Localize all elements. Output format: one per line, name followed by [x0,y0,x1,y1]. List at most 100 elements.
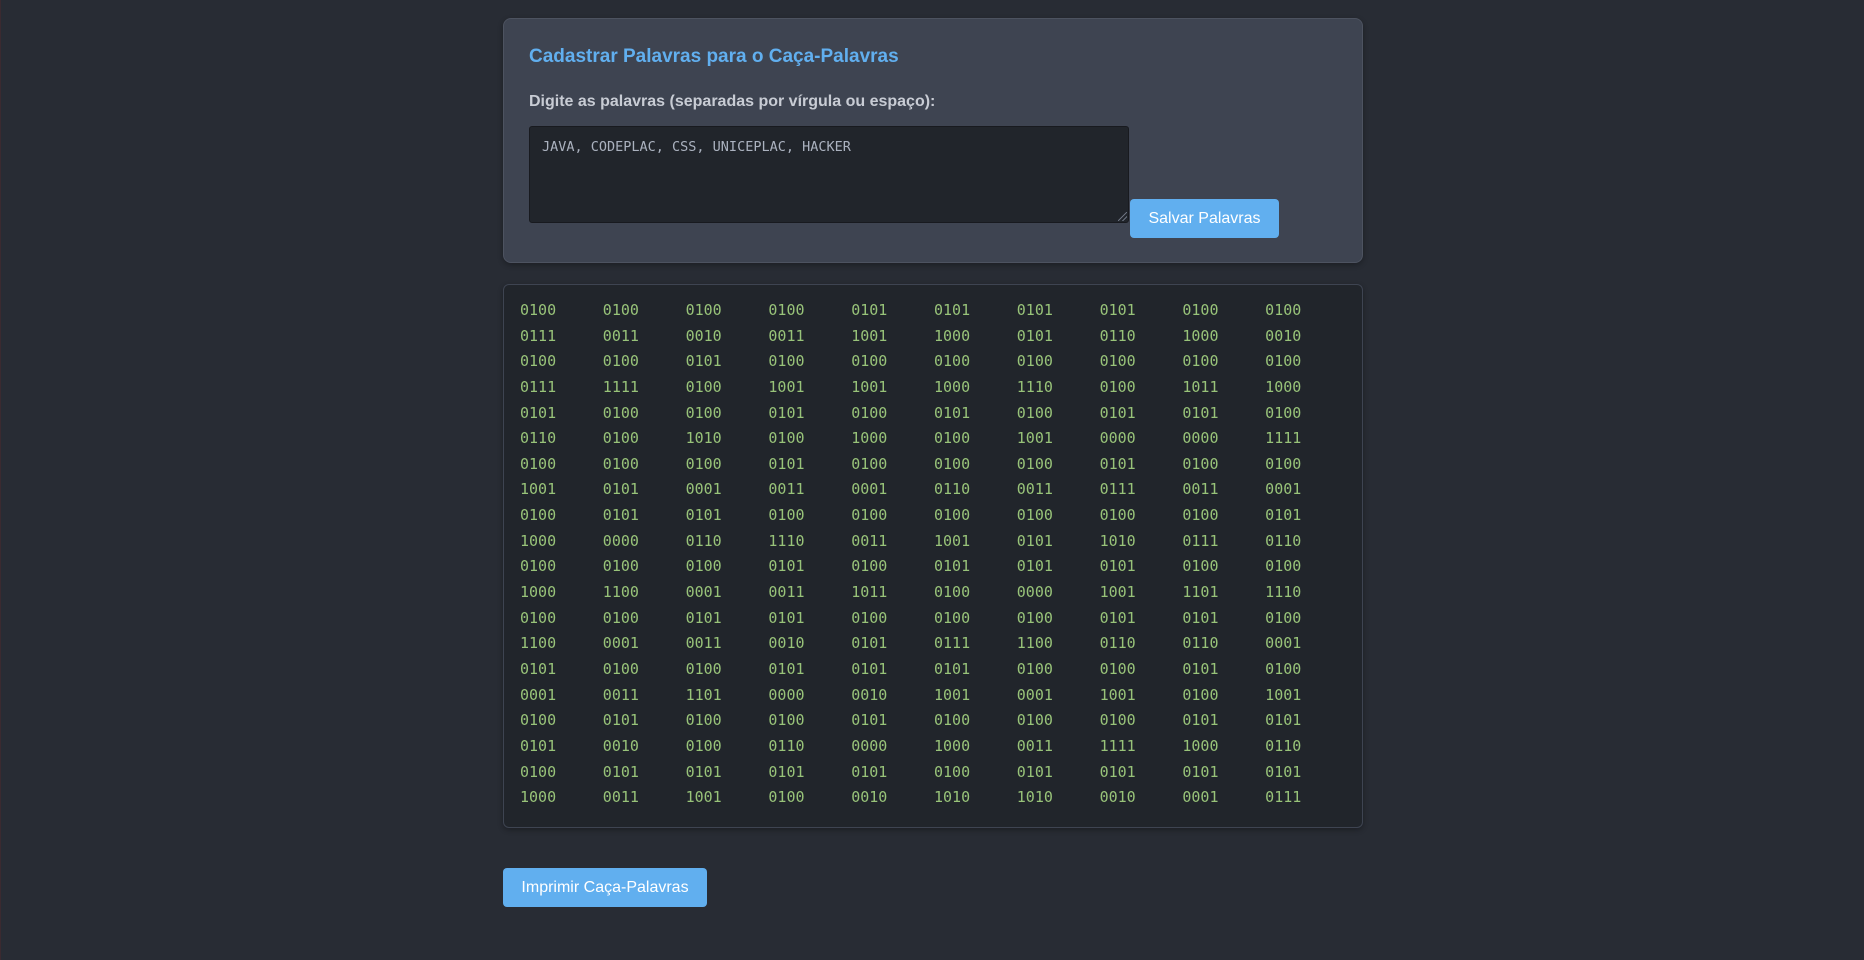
grid-cell: 1000 [933,326,971,345]
grid-cell: 0001 [1265,480,1302,499]
grid-row: 0101 0100 0100 0101 0101 0101 0100 0100 0101 0100 [520,659,1348,685]
grid-cell: 1000 [520,583,557,602]
grid-row: 0111 1111 0100 1001 1001 1000 1110 0100 1011 1000 [520,377,1348,403]
grid-cell: 0100 [602,454,639,473]
grid-cell: 0101 [1182,403,1219,422]
grid-cell: 0100 [685,736,722,755]
grid-cell: 0100 [1099,711,1136,730]
grid-cell: 0101 [851,301,888,319]
grid-cell: 0100 [1182,301,1219,319]
grid-cell: 0101 [933,301,971,319]
grid-cell: 0100 [520,557,557,576]
grid-cell: 0100 [851,454,888,473]
grid-cell: 0101 [520,659,557,678]
grid-cell: 0100 [1182,506,1219,525]
grid-cell: 0100 [1182,454,1219,473]
grid-cell: 0101 [933,557,971,576]
grid-row: 0101 0100 0100 0101 0100 0101 0100 0101 0101 0100 [520,403,1348,429]
grid-cell: 0100 [602,429,639,448]
grid-cell: 1100 [602,583,639,602]
grid-row: 0100 0101 0101 0100 0100 0100 0100 0100 0100 0101 [520,505,1348,531]
grid-cell: 1001 [1099,583,1136,602]
grid-cell: 0100 [851,506,888,525]
grid-cell: 1110 [768,531,805,550]
grid-cell: 0100 [851,403,888,422]
grid-cell: 0100 [520,608,557,627]
grid-cell: 0100 [1182,685,1219,704]
grid-cell: 0100 [933,506,971,525]
grid-cell: 0110 [1265,736,1302,755]
grid-cell: 0100 [685,711,722,730]
grid-cell: 0100 [1016,352,1053,371]
window-edge [0,0,1,960]
grid-cell: 0010 [768,634,805,653]
grid-cell: 0011 [768,326,805,345]
grid-cell: 0011 [685,634,722,653]
grid-cell: 0011 [602,326,639,345]
grid-cell: 0101 [602,711,639,730]
grid-row: 0100 0101 0100 0100 0101 0100 0100 0100 0101 0101 [520,710,1348,736]
grid-cell: 0001 [1182,788,1219,807]
grid-cell: 0101 [1182,608,1219,627]
grid-cell: 1001 [520,480,557,499]
grid-cell: 0100 [685,403,722,422]
grid-cell: 1010 [933,788,971,807]
grid-cell: 0100 [933,711,971,730]
grid-cell: 0101 [1265,711,1302,730]
grid-cell: 0100 [933,352,971,371]
grid-cell: 0100 [768,711,805,730]
grid-cell: 0100 [768,788,805,807]
grid-cell: 0101 [768,762,805,781]
grid-cell: 1111 [1265,429,1302,448]
grid-cell: 0111 [520,326,557,345]
grid-cell: 0100 [933,608,971,627]
grid-cell: 0111 [1099,480,1136,499]
grid-cell: 1101 [685,685,722,704]
grid-cell: 0101 [602,480,639,499]
grid-cell: 1100 [520,634,557,653]
grid-cell: 0101 [685,608,722,627]
grid-cell: 0101 [1099,762,1136,781]
grid-cell: 1001 [1016,429,1053,448]
grid-cell: 0001 [1265,634,1302,653]
grid-cell: 0101 [851,634,888,653]
grid-cell: 0100 [520,762,557,781]
grid-cell: 0010 [1265,326,1302,345]
grid-cell: 0000 [1182,429,1219,448]
grid-cell: 0111 [520,377,557,396]
grid-cell: 0100 [768,352,805,371]
grid-cell: 0000 [602,531,639,550]
grid-cell: 0100 [1265,659,1302,678]
grid-cell: 0100 [851,557,888,576]
grid-cell: 0101 [768,454,805,473]
grid-cell: 0100 [1016,608,1053,627]
grid-cell: 0100 [1099,659,1136,678]
grid-row: 1000 0011 1001 0100 0010 1010 1010 0010 0001 0111 [520,787,1348,813]
grid-cell: 0100 [520,711,557,730]
grid-cell: 0100 [768,301,805,319]
words-input[interactable]: JAVA, CODEPLAC, CSS, UNICEPLAC, HACKER [529,126,1129,223]
grid-cell: 0010 [851,788,888,807]
grid-cell: 1101 [1182,583,1219,602]
grid-cell: 0010 [851,685,888,704]
grid-cell: 0100 [1265,352,1302,371]
grid-cell: 0101 [1265,506,1302,525]
grid-cell: 1001 [1099,685,1136,704]
save-words-button[interactable]: Salvar Palavras [1130,199,1279,238]
grid-cell: 0100 [1016,403,1053,422]
grid-cell: 0000 [1099,429,1136,448]
grid-cell: 0110 [520,429,557,448]
grid-row: 0100 0101 0101 0101 0101 0100 0101 0101 0101 0101 [520,762,1348,788]
grid-cell: 0100 [851,608,888,627]
grid-cell: 1001 [851,326,888,345]
grid-cell: 0100 [1099,377,1136,396]
grid-cell: 0011 [1016,480,1053,499]
grid-cell: 0101 [602,506,639,525]
print-word-search-button[interactable]: Imprimir Caça-Palavras [503,868,707,907]
grid-cell: 0100 [1265,557,1302,576]
grid-cell: 0101 [685,352,722,371]
grid-cell: 0100 [1016,711,1053,730]
grid-cell: 0100 [1099,506,1136,525]
grid-cell: 0100 [685,454,722,473]
resize-handle-icon[interactable] [1118,212,1127,221]
